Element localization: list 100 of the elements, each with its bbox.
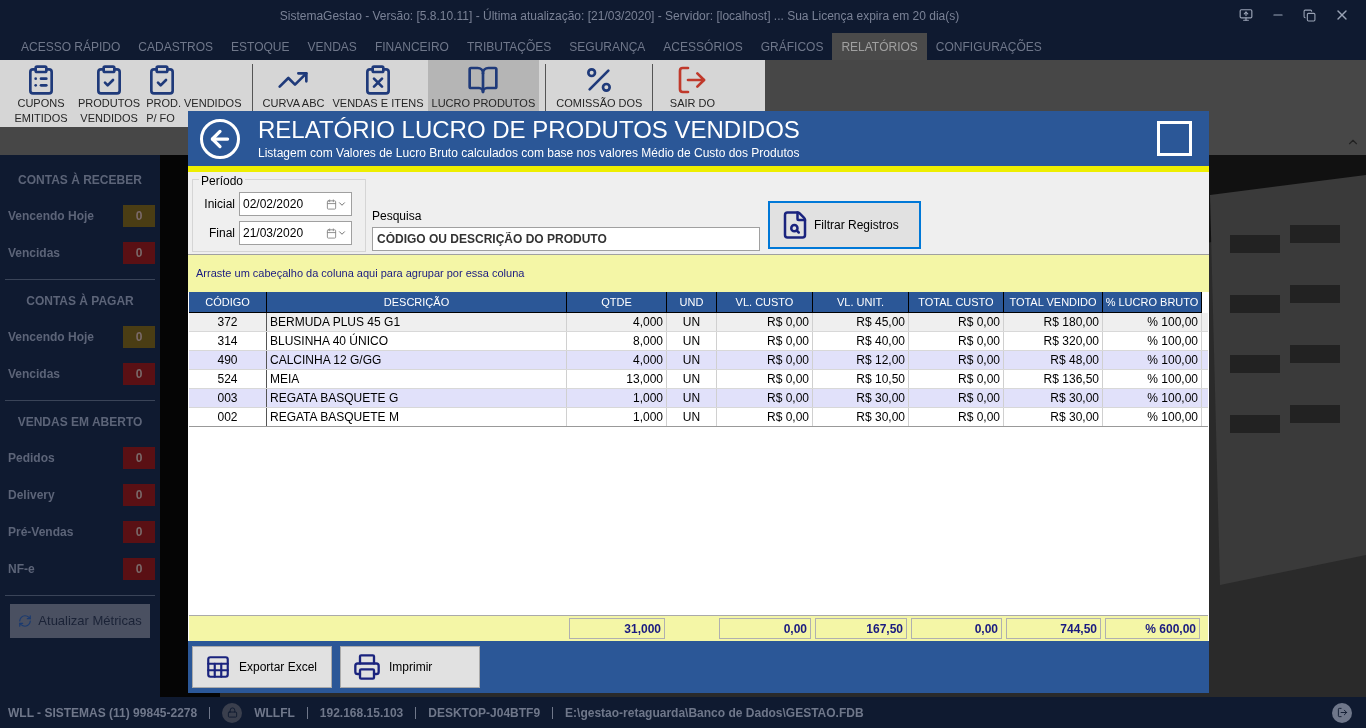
column-header[interactable]: VL. CUSTO (717, 292, 813, 313)
table-cell: UN (667, 408, 717, 426)
metric-label: Pré-Vendas (8, 523, 74, 541)
ribbon-button[interactable]: PROD. VENDIDOS P/ FO (144, 60, 246, 127)
section-title: VENDAS EM ABERTO (17, 415, 143, 429)
table-cell: R$ 30,00 (813, 389, 909, 407)
total-value: 744,50 (1006, 618, 1101, 639)
date-field[interactable]: 21/03/2020 (239, 221, 352, 245)
total-value: 0,00 (911, 618, 1002, 639)
table-row[interactable]: 490 CALCINHA 12 G/GG 4,000 UN R$ 0,00 R$ 12,00 R$ 0,00 R$ 48,00 % 100,00 (189, 351, 1208, 370)
company-text: WLL - SISTEMAS (11) 99845-2278 (8, 704, 198, 722)
refresh-icon (18, 614, 33, 628)
menu-tab[interactable]: CADASTROS (129, 33, 223, 60)
table-cell: % 100,00 (1103, 332, 1202, 350)
table-cell: % 100,00 (1103, 370, 1202, 388)
column-header[interactable]: VL. UNIT. (813, 292, 909, 313)
table-cell: R$ 30,00 (1004, 408, 1103, 426)
maximize-button[interactable] (1157, 121, 1192, 156)
table-row[interactable]: 372 BERMUDA PLUS 45 G1 4,000 UN R$ 0,00 R$ 45,00 R$ 0,00 R$ 180,00 % 100,00 (189, 313, 1208, 332)
menu-tab[interactable]: CONFIGURAÇÕES (926, 33, 1051, 60)
calendar-icon (326, 198, 337, 210)
column-header[interactable]: QTDE (567, 292, 667, 313)
table-cell: REGATA BASQUETE G (267, 389, 567, 407)
table-cell: 4,000 (567, 351, 667, 369)
table-cell: R$ 48,00 (1004, 351, 1103, 369)
column-header[interactable]: % LUCRO BRUTO (1103, 292, 1202, 313)
table-cell: R$ 30,00 (1004, 389, 1103, 407)
table-cell: R$ 0,00 (909, 332, 1004, 350)
export-button[interactable]: Exportar Excel (192, 646, 332, 688)
table-cell: R$ 180,00 (1004, 313, 1103, 331)
table-cell: 490 (189, 351, 267, 369)
table-row[interactable]: 524 MEIA 13,000 UN R$ 0,00 R$ 10,50 R$ 0,00 R$ 136,50 % 100,00 (189, 370, 1208, 389)
book-icon (467, 64, 500, 96)
table-cell: UN (667, 389, 717, 407)
caret-icon (337, 199, 347, 209)
filter-button[interactable]: Filtrar Registros (768, 201, 921, 249)
exit-icon[interactable] (1332, 702, 1352, 723)
section-title: CONTAS À RECEBER (18, 173, 142, 187)
table-cell: UN (667, 351, 717, 369)
table-row[interactable]: 003 REGATA BASQUETE G 1,000 UN R$ 0,00 R$ 30,00 R$ 0,00 R$ 30,00 % 100,00 (189, 389, 1208, 408)
total-value: 167,50 (815, 618, 907, 639)
count-badge: 0 (123, 325, 155, 348)
column-header[interactable]: TOTAL VENDIDO (1004, 292, 1103, 313)
table-cell: 002 (189, 408, 267, 426)
table-cell: % 100,00 (1103, 313, 1202, 331)
menu-tab[interactable]: GRÁFICOS (751, 33, 833, 60)
maximize-icon[interactable] (1303, 8, 1316, 22)
total-value: 31,000 (569, 618, 665, 639)
date-field[interactable]: 02/02/2020 (239, 192, 352, 216)
table-cell: R$ 320,00 (1004, 332, 1103, 350)
column-header[interactable]: CÓDIGO (189, 292, 267, 313)
column-header[interactable]: DESCRIÇÃO (267, 292, 567, 313)
table-row[interactable]: 314 BLUSINHA 40 ÚNICO 8,000 UN R$ 0,00 R$ 40,00 R$ 0,00 R$ 320,00 % 100,00 (189, 332, 1208, 351)
table-cell: R$ 12,00 (813, 351, 909, 369)
metric-label: Pedidos (8, 449, 55, 467)
table-cell: 13,000 (567, 370, 667, 388)
table-cell: R$ 0,00 (717, 332, 813, 350)
table-cell: R$ 0,00 (909, 408, 1004, 426)
metric-label: Vencidas (8, 365, 61, 383)
menu-tab[interactable]: ESTOQUE (222, 33, 299, 60)
table-cell: 314 (189, 332, 267, 350)
menu-tab[interactable]: FINANCEIRO (365, 33, 458, 60)
count-badge: 0 (123, 204, 155, 227)
count-badge: 0 (123, 483, 155, 506)
ip-text: 192.168.15.103 (319, 704, 404, 722)
table-cell: 524 (189, 370, 267, 388)
table-cell: % 100,00 (1103, 389, 1202, 407)
printer-icon (353, 653, 381, 681)
menu-tab[interactable]: TRIBUTAÇÕES (457, 33, 561, 60)
ribbon-button[interactable]: PRODUTOS VENDIDOS (74, 60, 145, 127)
metric-label: Vencidas (8, 244, 61, 262)
calendar-icon (326, 227, 337, 239)
menu-tab[interactable]: ACESSO RÁPIDO (12, 33, 130, 60)
menu-tab[interactable]: VENDAS (298, 33, 366, 60)
print-button[interactable]: Imprimir (340, 646, 480, 688)
search-field[interactable]: CÓDIGO OU DESCRIÇÃO DO PRODUTO (372, 227, 760, 251)
menu-tab[interactable]: ACESSÓRIOS (654, 33, 752, 60)
back-button[interactable] (200, 118, 240, 159)
date-label: Inicial (203, 196, 236, 213)
table-cell: R$ 0,00 (717, 389, 813, 407)
table-cell: UN (667, 332, 717, 350)
metric-label: NF-e (8, 560, 35, 578)
metric-label: Delivery (8, 486, 55, 504)
table-cell: R$ 0,00 (909, 389, 1004, 407)
search-label: Pesquisa (372, 208, 423, 225)
table-cell: 1,000 (567, 408, 667, 426)
menu-tab[interactable]: SEGURANÇA (560, 33, 655, 60)
count-badge: 0 (123, 520, 155, 543)
count-badge: 0 (123, 446, 155, 469)
count-badge: 0 (123, 557, 155, 580)
section-title: CONTAS À PAGAR (26, 294, 134, 308)
ribbon-button[interactable]: CUPONS EMITIDOS (8, 60, 74, 127)
user-text: WLLFL (254, 704, 295, 722)
group-hint: Arraste um cabeçalho da coluna aqui para agrupar por essa coluna (196, 266, 525, 282)
table-cell: % 100,00 (1103, 408, 1202, 426)
table-cell: R$ 0,00 (717, 313, 813, 331)
column-header[interactable]: TOTAL CUSTO (909, 292, 1004, 313)
column-header[interactable]: UND (667, 292, 717, 313)
table-cell: 4,000 (567, 313, 667, 331)
table-cell: UN (667, 313, 717, 331)
